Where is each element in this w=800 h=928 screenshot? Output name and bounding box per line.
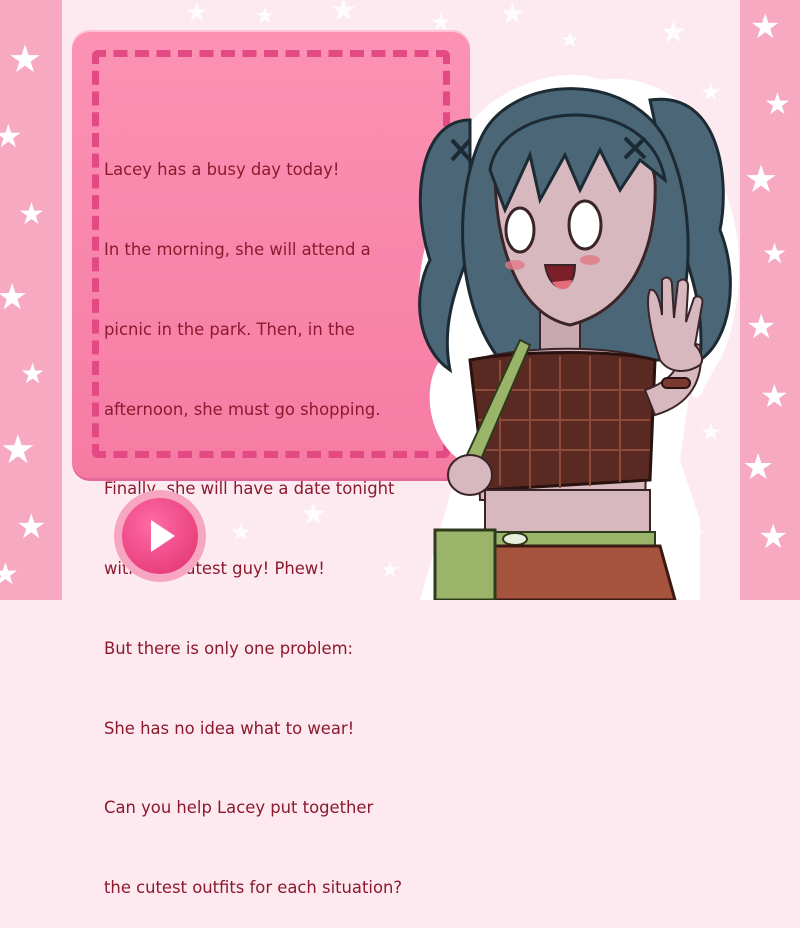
- star-icon: ★: [8, 37, 43, 81]
- star-icon: ★: [500, 0, 526, 30]
- star-icon: ★: [20, 357, 46, 390]
- story-line: But there is only one problem:: [104, 638, 354, 658]
- left-eye: [504, 206, 536, 254]
- star-icon: ★: [18, 197, 45, 232]
- star-icon: ★: [758, 517, 789, 557]
- star-icon: ★: [16, 507, 47, 547]
- left-star-strip: ★ ★ ★ ★ ★ ★ ★ ★: [0, 0, 62, 600]
- right-blush: [580, 255, 600, 265]
- story-line: Can you help Lacey put together: [104, 798, 374, 818]
- star-icon: ★: [762, 237, 788, 270]
- belt-buckle: [502, 532, 528, 546]
- story-line: She has no idea what to wear!: [104, 718, 355, 738]
- star-icon: ★: [760, 377, 789, 415]
- star-icon: ★: [0, 557, 19, 592]
- star-icon: ★: [0, 277, 29, 318]
- left-blush: [505, 260, 525, 270]
- star-icon: ★: [185, 0, 209, 28]
- star-icon: ★: [750, 7, 781, 47]
- star-icon: ★: [0, 427, 36, 473]
- midriff: [484, 489, 651, 536]
- star-icon: ★: [764, 87, 791, 122]
- left-hand: [447, 454, 493, 496]
- play-icon: [151, 520, 175, 552]
- star-icon: ★: [0, 117, 23, 155]
- story-line: the cutest outfits for each situation?: [104, 878, 403, 898]
- star-icon: ★: [560, 28, 580, 53]
- play-button-face[interactable]: [122, 498, 198, 574]
- right-eye: [567, 199, 603, 251]
- star-icon: ★: [660, 15, 687, 50]
- star-icon: ★: [330, 0, 357, 28]
- shoulder-bag: [433, 528, 497, 600]
- star-icon: ★: [255, 4, 275, 29]
- bracelet: [661, 377, 691, 389]
- play-button[interactable]: [114, 490, 206, 582]
- lacey-character: [418, 74, 739, 600]
- skirt: [468, 544, 677, 600]
